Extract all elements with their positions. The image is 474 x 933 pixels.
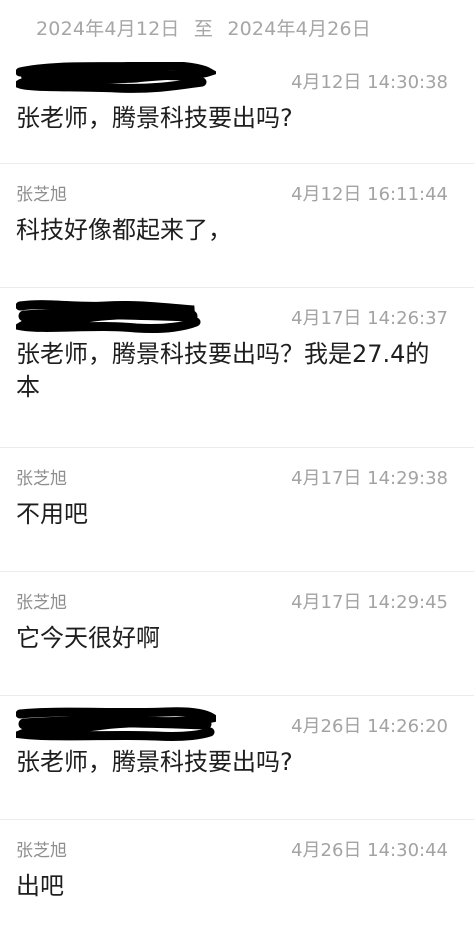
range-start-date: 2024年4月12日	[36, 18, 180, 40]
message-item[interactable]: 4月12日 14:30:38 张老师，腾景科技要出吗?	[0, 52, 474, 164]
message-text: 它今天很好啊	[16, 624, 160, 652]
range-end-date: 2024年4月26日	[227, 18, 371, 40]
message-time: 4月17日 14:29:45	[291, 592, 448, 613]
message-text: 张老师，腾景科技要出吗?	[16, 104, 293, 132]
message-time: 4月12日 16:11:44	[291, 184, 448, 205]
redacted-sender-mark	[16, 707, 216, 741]
message-list: 4月12日 14:30:38 张老师，腾景科技要出吗? 张芝旭 4月12日 16…	[0, 52, 474, 933]
message-meta: 4月12日 14:30:38	[16, 62, 448, 94]
message-text: 张老师，腾景科技要出吗?	[16, 748, 293, 776]
message-item[interactable]: 张芝旭 4月17日 14:29:45 它今天很好啊	[0, 572, 474, 696]
range-separator: 至	[193, 18, 214, 40]
message-item[interactable]: 张芝旭 4月26日 14:30:44 出吧	[0, 820, 474, 933]
message-meta: 张芝旭 4月12日 16:11:44	[16, 180, 448, 206]
message-time: 4月17日 14:26:37	[291, 308, 448, 329]
message-text: 张老师，腾景科技要出吗？我是27.4的本	[16, 340, 430, 401]
redacted-sender-mark	[16, 62, 216, 93]
message-item[interactable]: 张芝旭 4月17日 14:29:38 不用吧	[0, 448, 474, 572]
message-meta: 张芝旭 4月17日 14:29:38	[16, 464, 448, 490]
message-meta: 4月26日 14:26:20	[16, 707, 448, 741]
message-sender: 张芝旭	[16, 593, 67, 613]
message-sender: 张芝旭	[16, 469, 67, 489]
message-meta: 张芝旭 4月17日 14:29:45	[16, 588, 448, 614]
date-range-header[interactable]: 2024年4月12日 至 2024年4月26日	[0, 0, 474, 52]
message-time: 4月12日 14:30:38	[291, 72, 448, 93]
message-item[interactable]: 4月17日 14:26:37 张老师，腾景科技要出吗？我是27.4的本	[0, 288, 474, 448]
message-text: 出吧	[16, 872, 64, 900]
message-meta: 4月17日 14:26:37	[16, 300, 448, 333]
message-text: 科技好像都起来了，	[16, 216, 232, 244]
message-sender: 张芝旭	[16, 185, 67, 205]
message-time: 4月26日 14:26:20	[291, 716, 448, 737]
message-meta: 张芝旭 4月26日 14:30:44	[16, 836, 448, 862]
message-text: 不用吧	[16, 500, 88, 528]
message-item[interactable]: 4月26日 14:26:20 张老师，腾景科技要出吗?	[0, 696, 474, 820]
message-item[interactable]: 张芝旭 4月12日 16:11:44 科技好像都起来了，	[0, 164, 474, 288]
message-time: 4月17日 14:29:38	[291, 468, 448, 489]
message-time: 4月26日 14:30:44	[291, 840, 448, 861]
redacted-sender-mark	[16, 300, 201, 333]
message-sender: 张芝旭	[16, 841, 67, 861]
